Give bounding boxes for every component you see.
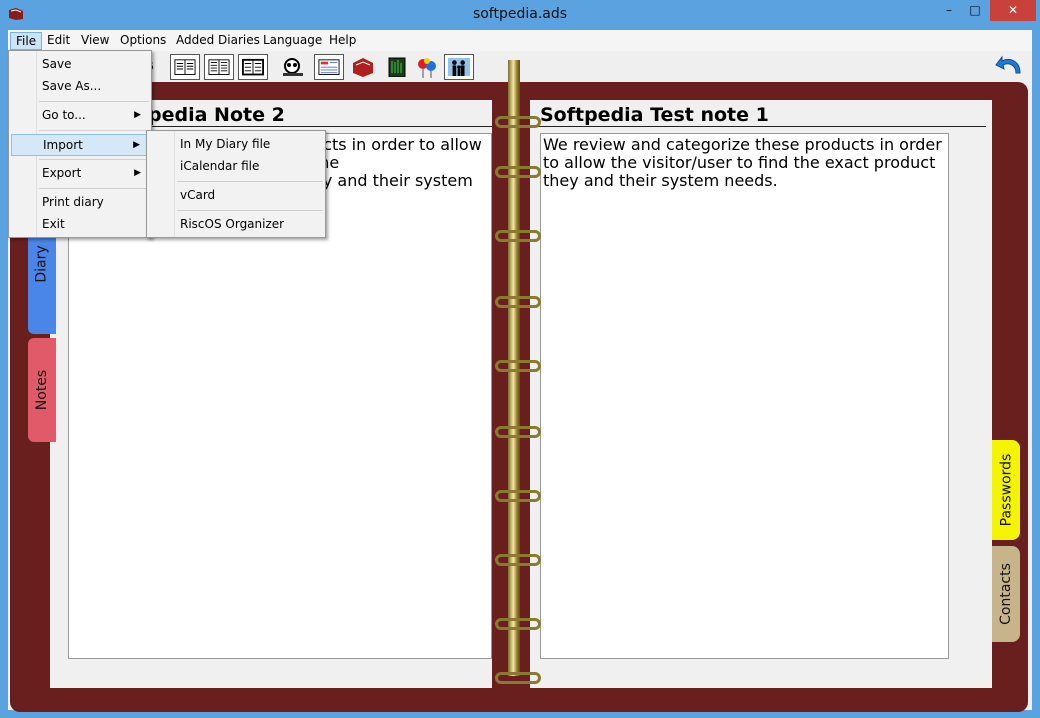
submenu-arrow-icon: ▶ [134, 168, 141, 178]
tab-passwords[interactable]: Passwords [992, 440, 1020, 540]
menu-import-label: Import [43, 138, 83, 152]
left-page-title: pedia Note 2 [148, 104, 285, 126]
menu-separator [177, 210, 323, 211]
menu-separator [39, 188, 149, 189]
tab-notes[interactable]: Notes [28, 338, 56, 442]
menu-added-diaries[interactable]: Added Diaries [171, 32, 265, 50]
right-title-rule [536, 126, 986, 127]
menu-export-label: Export [42, 166, 82, 180]
tab-notes-label: Notes [34, 369, 50, 411]
menu-import[interactable]: Import ▶ [11, 134, 149, 156]
left-title-rule [146, 126, 492, 127]
address-book-button[interactable] [348, 54, 378, 80]
right-note-body[interactable]: We review and categorize these products … [540, 133, 949, 659]
address-book-icon [353, 58, 373, 77]
title-bar: softpedia.ads – □ ✕ [0, 0, 1040, 30]
binder-ring [495, 426, 541, 438]
menu-separator [177, 181, 323, 182]
undo-arrow-icon[interactable] [994, 53, 1024, 81]
maximize-button[interactable]: □ [962, 0, 988, 21]
import-my-diary-file[interactable]: In My Diary file [149, 134, 323, 156]
menu-separator [39, 130, 149, 131]
binder-ring [495, 230, 541, 242]
tab-passwords-label: Passwords [998, 453, 1014, 527]
tab-diary-label: Diary [34, 245, 51, 283]
tab-contacts[interactable]: Contacts [992, 546, 1020, 642]
binder-ring [495, 166, 541, 178]
menu-separator [39, 101, 149, 102]
menu-help[interactable]: Help [324, 32, 361, 50]
app-window: softpedia.ads – □ ✕ File Edit View Optio… [0, 0, 1040, 718]
menu-print-diary[interactable]: Print diary [11, 192, 149, 214]
window-title: softpedia.ads [472, 6, 568, 22]
submenu-arrow-icon: ▶ [133, 140, 140, 150]
menu-export[interactable]: Export ▶ [11, 163, 149, 185]
right-page: Softpedia Test note 1 We review and cate… [530, 100, 992, 688]
import-vcard[interactable]: vCard [149, 185, 323, 207]
search-icon [283, 58, 303, 76]
month-view-icon [208, 59, 230, 75]
menu-save-as[interactable]: Save As... [11, 76, 149, 98]
week-view-button[interactable] [238, 54, 268, 80]
year-view-button[interactable] [170, 54, 200, 80]
menu-language[interactable]: Language [258, 32, 327, 50]
password-button[interactable] [382, 54, 412, 80]
password-icon [388, 57, 406, 77]
binder-ring [495, 490, 541, 502]
binder-ring [495, 554, 541, 566]
import-submenu: In My Diary file iCalendar file vCard Ri… [146, 130, 326, 238]
import-icalendar-file[interactable]: iCalendar file [149, 156, 323, 178]
binder-ring [495, 360, 541, 372]
menu-file[interactable]: File [10, 32, 43, 50]
month-view-button[interactable] [204, 54, 234, 80]
binder-ring [495, 618, 541, 630]
menu-save[interactable]: Save [11, 54, 149, 76]
submenu-arrow-icon: ▶ [134, 110, 141, 120]
file-menu: Save Save As... Go to... ▶ Import ▶ Export… [8, 50, 152, 238]
binder-ring [495, 672, 541, 684]
menu-go-to-label: Go to... [42, 108, 86, 122]
binder-ring [495, 296, 541, 308]
menu-view[interactable]: View [76, 32, 114, 50]
tab-contacts-label: Contacts [998, 563, 1015, 625]
right-page-title: Softpedia Test note 1 [540, 104, 769, 126]
toolbar: 6 [8, 51, 1032, 84]
menu-edit[interactable]: Edit [42, 32, 75, 50]
year-view-icon [174, 59, 196, 75]
week-view-icon [242, 58, 264, 76]
notes-list-icon [318, 59, 340, 75]
close-button[interactable]: ✕ [990, 0, 1036, 21]
minimize-button[interactable]: – [936, 0, 962, 21]
family-icon [448, 58, 470, 77]
menu-bar: File Edit View Options Added Diaries Lan… [8, 30, 1032, 51]
birthdays-icon [418, 58, 436, 78]
binder-ring [495, 116, 541, 128]
menu-options[interactable]: Options [115, 32, 171, 50]
menu-exit[interactable]: Exit [11, 214, 149, 236]
menu-go-to[interactable]: Go to... ▶ [11, 105, 149, 127]
birthdays-button[interactable] [412, 54, 442, 80]
search-button[interactable] [278, 54, 308, 80]
import-riscos-organizer[interactable]: RiscOS Organizer [149, 214, 323, 236]
menu-separator [39, 159, 149, 160]
notes-list-button[interactable] [314, 54, 344, 80]
family-button[interactable] [444, 54, 474, 80]
